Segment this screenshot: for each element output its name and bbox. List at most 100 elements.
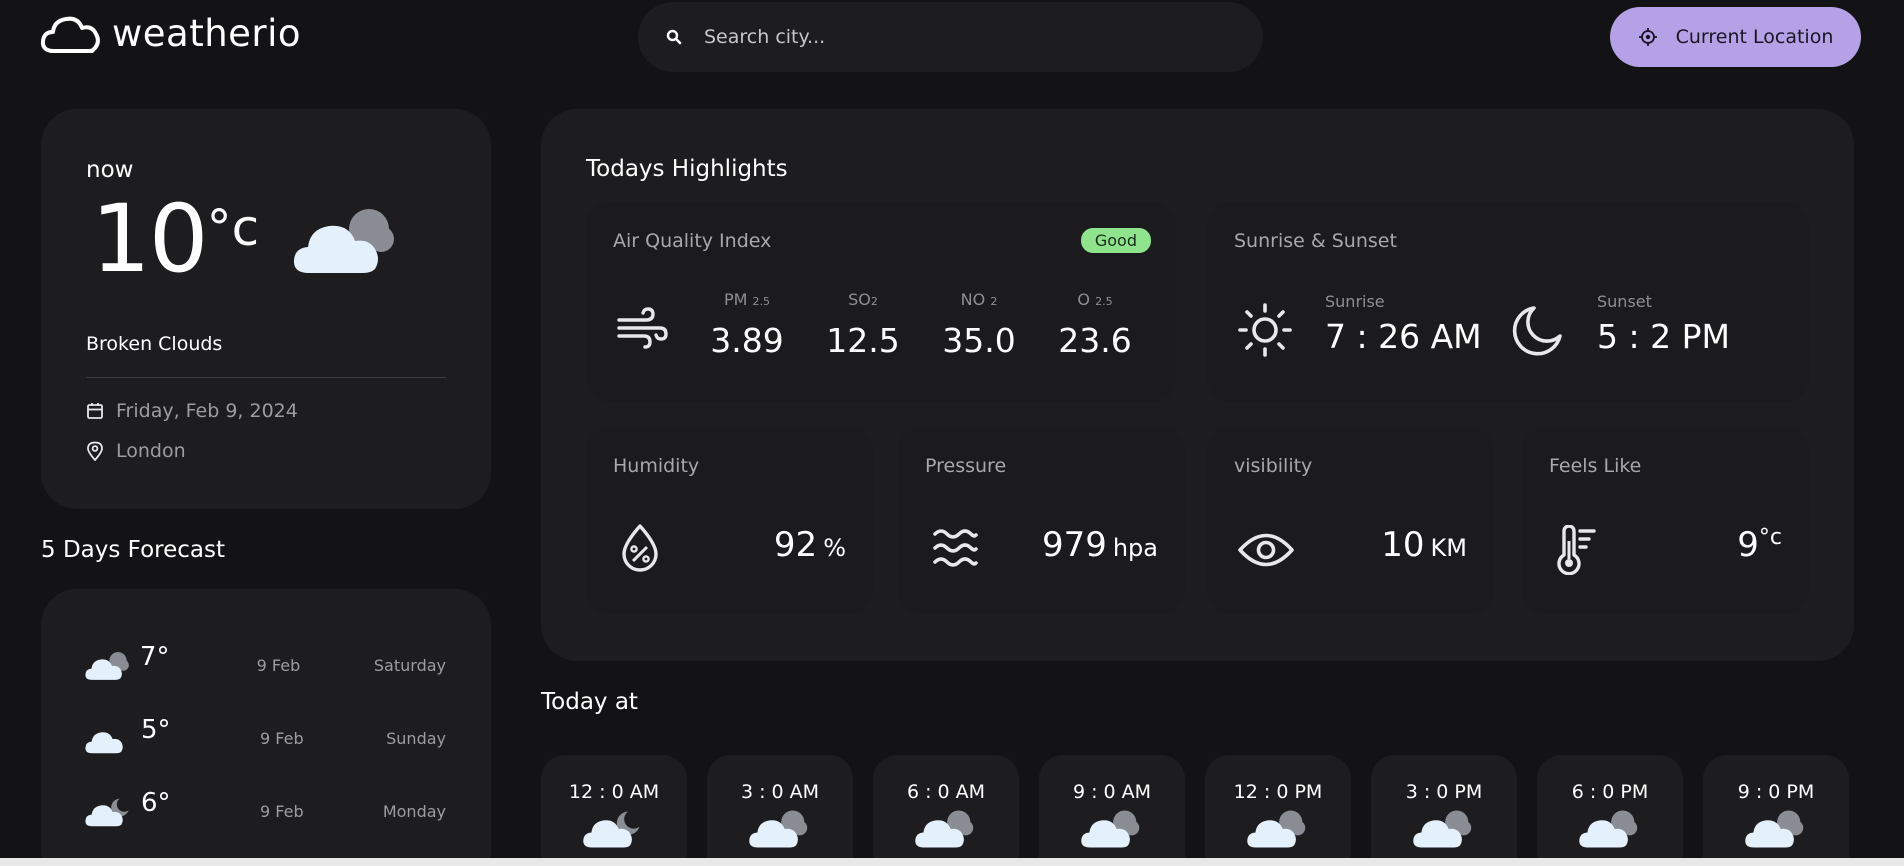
divider [86, 377, 446, 378]
temperature-unit: °c [206, 199, 260, 257]
forecast-card: 7° 9 Feb Saturday 5° 9 Feb Sunday 6° 9 F… [41, 589, 491, 866]
forecast-day: Sunday [386, 729, 446, 748]
now-label: now [86, 157, 134, 183]
aq-no2: NO 2 35.0 [924, 290, 1034, 360]
cloud-logo-icon [40, 16, 100, 53]
broken-clouds-icon [749, 810, 808, 848]
location-crosshair-icon [1638, 28, 1657, 46]
cloud-icon [85, 731, 123, 753]
hour-time: 3 : 0 AM [740, 781, 820, 803]
hourly-card: 12 : 0 AM [541, 755, 687, 866]
hourly-card: 6 : 0 PM [1537, 755, 1683, 866]
pressure-value: 979 [1041, 525, 1107, 565]
forecast-temp: 7° [139, 641, 170, 672]
visibility-value: 10 [1381, 525, 1425, 565]
feels-like-card: Feels Like 9°c [1522, 427, 1809, 614]
location-pin-icon [87, 441, 103, 461]
current-location-label: Current Location [1675, 26, 1834, 48]
forecast-date: 9 Feb [256, 656, 301, 675]
eye-icon [1238, 533, 1294, 567]
humidity-unit: % [823, 534, 846, 562]
air-quality-badge: Good [1080, 228, 1151, 253]
search-bar[interactable] [638, 2, 1263, 72]
broken-clouds-icon [915, 810, 974, 848]
pressure-card: Pressure 979 hpa [898, 427, 1185, 614]
hour-time: 3 : 0 PM [1405, 781, 1483, 803]
aq-sub: 2.5 [1095, 295, 1113, 308]
hour-time: 6 : 0 AM [906, 781, 986, 803]
hourly-card: 9 : 0 AM [1039, 755, 1185, 866]
aq-label: O [1077, 290, 1090, 309]
forecast-temp: 6° [141, 787, 171, 818]
humidity-card: Humidity 92% [586, 427, 873, 614]
humidity-value: 92 [773, 525, 818, 565]
horizontal-scrollbar[interactable] [0, 858, 1904, 866]
visibility-value-block: 10 KM [1381, 525, 1467, 565]
cloud-moon-icon [85, 798, 129, 826]
sunset-time: 5 : 2 PM [1597, 317, 1730, 356]
current-location-button[interactable]: Current Location [1610, 7, 1861, 67]
hourly-card: 12 : 0 PM [1205, 755, 1351, 866]
aq-sub: 2.5 [752, 295, 771, 308]
sun-title: Sunrise & Sunset [1234, 230, 1397, 252]
wind-icon [617, 307, 668, 349]
thermometer-icon [1557, 525, 1596, 575]
location-row: London [86, 440, 446, 462]
broken-clouds-icon [85, 651, 129, 680]
app-name: weatherio [112, 12, 302, 55]
aq-value: 35.0 [942, 321, 1016, 360]
broken-clouds-icon [1247, 810, 1306, 848]
current-location: London [116, 440, 186, 462]
aq-o3: O 2.5 23.6 [1040, 290, 1150, 360]
feels-like-unit: °c [1758, 525, 1782, 550]
waves-icon [933, 529, 978, 567]
broken-clouds-icon [294, 209, 395, 273]
aq-so2: SO2 12.5 [808, 290, 918, 360]
forecast-date: 9 Feb [260, 802, 304, 821]
visibility-title: visibility [1234, 455, 1313, 477]
hour-time: 6 : 0 PM [1571, 781, 1649, 803]
sunset-label: Sunset [1597, 292, 1652, 311]
hourly-card: 9 : 0 PM [1703, 755, 1849, 866]
feels-like-value-block: 9°c [1737, 525, 1782, 565]
sunset-block: Sunset 5 : 2 PM [1597, 292, 1730, 356]
humidity-icon [622, 524, 658, 572]
pressure-value-block: 979 hpa [1042, 525, 1158, 565]
broken-clouds-icon [1413, 810, 1472, 848]
today-at-title: Today at [541, 689, 638, 715]
forecast-date: 9 Feb [260, 729, 304, 748]
sunrise-label: Sunrise [1325, 292, 1385, 311]
broken-clouds-icon [1579, 810, 1638, 848]
aq-label: NO [960, 290, 986, 309]
hourly-card: 3 : 0 AM [707, 755, 853, 866]
highlights-card: Todays Highlights Air Quality Index Good… [541, 109, 1854, 661]
forecast-day: Saturday [373, 656, 446, 675]
visibility-unit: KM [1430, 534, 1467, 562]
aq-label: PM [723, 290, 748, 309]
app-logo[interactable]: weatherio [40, 12, 301, 55]
pressure-unit: hpa [1112, 534, 1158, 562]
aq-value: 3.89 [710, 321, 784, 360]
calendar-icon [87, 403, 103, 419]
hourly-card: 3 : 0 PM [1371, 755, 1517, 866]
forecast-row: 6° 9 Feb Monday [85, 775, 446, 848]
feels-like-title: Feels Like [1549, 455, 1642, 477]
aq-value: 23.6 [1058, 321, 1132, 360]
visibility-card: visibility 10 KM [1207, 427, 1494, 614]
search-icon [666, 29, 682, 45]
hourly-card: 6 : 0 AM [873, 755, 1019, 866]
sun-icon [1238, 303, 1292, 357]
search-input[interactable] [704, 26, 1204, 48]
humidity-title: Humidity [613, 455, 700, 477]
aq-pm25: PM 2.5 3.89 [692, 290, 802, 360]
forecast-row: 5° 9 Feb Sunday [85, 702, 446, 775]
aq-sub: 2 [990, 295, 998, 308]
weather-description: Broken Clouds [86, 333, 223, 355]
forecast-row: 7° 9 Feb Saturday [85, 629, 446, 702]
aq-sub: 2 [870, 295, 878, 308]
air-quality-title: Air Quality Index [613, 230, 772, 252]
highlights-title: Todays Highlights [586, 156, 788, 182]
broken-clouds-icon [1745, 810, 1804, 848]
forecast-temp: 5° [141, 714, 171, 745]
current-date: Friday, Feb 9, 2024 [116, 400, 298, 422]
